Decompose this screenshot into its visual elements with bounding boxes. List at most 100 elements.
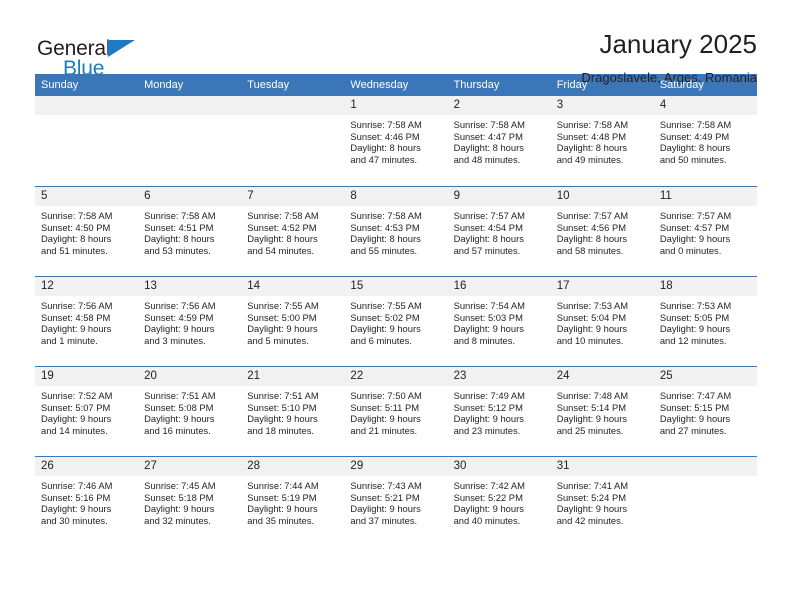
calendar-day-cell[interactable]: 20 Sunrise: 7:51 AM Sunset: 5:08 PM Dayligh… — [138, 367, 242, 456]
weekday-header-wednesday: Wednesday — [350, 79, 409, 91]
calendar-day-cell[interactable]: 16 Sunrise: 7:54 AM Sunset: 5:03 PM Dayligh… — [447, 277, 551, 366]
day-number: 21 — [241, 367, 345, 386]
day-number: 10 — [550, 187, 654, 206]
day-info-line: Sunrise: 7:58 AM — [556, 119, 629, 130]
day-info-line: Sunset: 5:19 PM — [247, 491, 317, 503]
calendar-day-cell[interactable]: 18 Sunrise: 7:53 AM Sunset: 5:05 PM Dayligh… — [653, 277, 757, 366]
calendar-day-cell[interactable]: 30 Sunrise: 7:42 AM Sunset: 5:22 PM Dayligh… — [447, 457, 551, 546]
calendar-day-cell[interactable]: 14 Sunrise: 7:55 AM Sunset: 5:00 PM Dayligh… — [241, 277, 345, 366]
day-info-line: and 55 minutes. — [350, 244, 418, 256]
day-sun-info: Sunrise: 7:51 AM Sunset: 5:10 PM Daylight:… — [241, 386, 344, 436]
day-info-line: Sunset: 5:11 PM — [350, 401, 420, 413]
day-info-line: Sunset: 5:05 PM — [659, 311, 730, 323]
logo-word-blue: Blue — [63, 57, 105, 80]
calendar-day-cell-empty — [653, 457, 757, 546]
calendar-day-cell[interactable]: 1 Sunrise: 7:58 AM Sunset: 4:46 PM Daylight… — [344, 96, 448, 186]
calendar-day-cell-empty — [35, 96, 139, 186]
day-info-line: and 35 minutes. — [247, 514, 314, 526]
calendar-day-cell[interactable]: 27 Sunrise: 7:45 AM Sunset: 5:18 PM Dayligh… — [138, 457, 242, 546]
day-info-line: Sunset: 4:58 PM — [41, 311, 111, 323]
triangle-icon — [108, 40, 135, 57]
day-info-line: Daylight: 9 hours — [144, 413, 215, 425]
day-info-line: Sunset: 5:15 PM — [659, 401, 730, 413]
calendar-day-cell[interactable]: 24 Sunrise: 7:48 AM Sunset: 5:14 PM Dayligh… — [550, 367, 654, 456]
calendar-day-cell[interactable]: 29 Sunrise: 7:43 AM Sunset: 5:21 PM Dayligh… — [344, 457, 448, 546]
day-info-line: Daylight: 9 hours — [556, 323, 628, 335]
day-info-line: and 3 minutes. — [144, 334, 206, 346]
day-info-line: and 32 minutes. — [144, 514, 211, 526]
calendar-day-cell[interactable]: 23 Sunrise: 7:49 AM Sunset: 5:12 PM Dayligh… — [447, 367, 551, 456]
day-sun-info: Sunrise: 7:52 AM Sunset: 5:07 PM Daylight:… — [35, 386, 138, 436]
day-info-line: Sunset: 5:00 PM — [247, 311, 317, 323]
calendar-day-cell[interactable]: 21 Sunrise: 7:51 AM Sunset: 5:10 PM Dayligh… — [241, 367, 345, 456]
calendar-day-cell[interactable]: 7 Sunrise: 7:58 AM Sunset: 4:52 PM Daylight… — [241, 187, 345, 276]
calendar-day-cell[interactable]: 10 Sunrise: 7:57 AM Sunset: 4:56 PM Dayligh… — [550, 187, 654, 276]
calendar-day-cell[interactable]: 6 Sunrise: 7:58 AM Sunset: 4:51 PM Daylight… — [138, 187, 242, 276]
calendar-day-cell[interactable]: 2 Sunrise: 7:58 AM Sunset: 4:47 PM Daylight… — [447, 96, 551, 186]
calendar-day-cell[interactable]: 26 Sunrise: 7:46 AM Sunset: 5:16 PM Dayligh… — [35, 457, 139, 546]
calendar-day-cell[interactable]: 17 Sunrise: 7:53 AM Sunset: 5:04 PM Dayligh… — [550, 277, 654, 366]
day-number: 17 — [550, 277, 654, 296]
calendar-day-cell[interactable]: 22 Sunrise: 7:50 AM Sunset: 5:11 PM Dayligh… — [344, 367, 448, 456]
calendar-day-cell[interactable]: 11 Sunrise: 7:57 AM Sunset: 4:57 PM Dayligh… — [653, 187, 757, 276]
day-info-line: Daylight: 8 hours — [350, 142, 421, 154]
calendar-day-cell[interactable]: 12 Sunrise: 7:56 AM Sunset: 4:58 PM Dayligh… — [35, 277, 139, 366]
day-info-line: Sunrise: 7:55 AM — [247, 300, 319, 311]
calendar-day-cell[interactable]: 5 Sunrise: 7:58 AM Sunset: 4:50 PM Daylight… — [35, 187, 139, 276]
day-sun-info: Sunrise: 7:56 AM Sunset: 4:59 PM Daylight:… — [138, 296, 241, 346]
calendar-day-cell[interactable]: 31 Sunrise: 7:41 AM Sunset: 5:24 PM Dayligh… — [550, 457, 654, 546]
calendar-day-cell[interactable]: 8 Sunrise: 7:58 AM Sunset: 4:53 PM Daylight… — [344, 187, 448, 276]
day-info-line: and 16 minutes. — [144, 424, 211, 436]
day-info-line: Sunset: 5:16 PM — [41, 491, 111, 503]
day-info-line: and 37 minutes. — [350, 514, 418, 526]
day-info-line: Sunrise: 7:58 AM — [41, 210, 113, 221]
day-info-line: Sunrise: 7:51 AM — [144, 390, 216, 401]
day-info-line: and 47 minutes. — [350, 153, 418, 165]
day-info-line: Daylight: 8 hours — [144, 233, 215, 245]
day-number: 29 — [344, 457, 448, 476]
calendar-day-cell[interactable]: 15 Sunrise: 7:55 AM Sunset: 5:02 PM Dayligh… — [344, 277, 448, 366]
calendar-day-cell[interactable]: 4 Sunrise: 7:58 AM Sunset: 4:49 PM Daylight… — [653, 96, 757, 186]
day-sun-info: Sunrise: 7:55 AM Sunset: 5:00 PM Daylight:… — [241, 296, 344, 346]
calendar-day-cell[interactable]: 3 Sunrise: 7:58 AM Sunset: 4:48 PM Daylight… — [550, 96, 654, 186]
day-info-line: Sunrise: 7:41 AM — [556, 480, 629, 491]
day-sun-info: Sunrise: 7:57 AM Sunset: 4:56 PM Daylight:… — [551, 206, 654, 256]
calendar-grid: Sunday Monday Tuesday Wednesday Thursday… — [35, 74, 757, 546]
day-number: 8 — [344, 187, 448, 206]
calendar-day-cell[interactable]: 28 Sunrise: 7:44 AM Sunset: 5:19 PM Dayligh… — [241, 457, 345, 546]
day-sun-info — [35, 115, 138, 119]
calendar-day-cell[interactable]: 25 Sunrise: 7:47 AM Sunset: 5:15 PM Dayligh… — [653, 367, 757, 456]
day-info-line: Daylight: 9 hours — [350, 413, 421, 425]
calendar-day-cell[interactable]: 13 Sunrise: 7:56 AM Sunset: 4:59 PM Dayligh… — [138, 277, 242, 366]
day-sun-info: Sunrise: 7:58 AM Sunset: 4:52 PM Daylight:… — [241, 206, 344, 256]
day-info-line: Daylight: 9 hours — [247, 413, 318, 425]
day-number: 5 — [35, 187, 139, 206]
day-info-line: Sunrise: 7:57 AM — [453, 210, 525, 221]
day-sun-info: Sunrise: 7:53 AM Sunset: 5:04 PM Daylight:… — [551, 296, 654, 346]
day-info-line: and 42 minutes. — [556, 514, 624, 526]
calendar-week-row: 1 Sunrise: 7:58 AM Sunset: 4:46 PM Daylight… — [35, 96, 757, 186]
day-number: 6 — [138, 187, 242, 206]
day-info-line: Sunset: 4:49 PM — [659, 130, 730, 142]
day-number: 7 — [241, 187, 345, 206]
day-number: 28 — [241, 457, 345, 476]
day-number: 18 — [653, 277, 757, 296]
day-sun-info: Sunrise: 7:58 AM Sunset: 4:53 PM Daylight:… — [344, 206, 447, 256]
day-sun-info: Sunrise: 7:58 AM Sunset: 4:49 PM Daylight:… — [654, 115, 757, 165]
day-info-line: and 54 minutes. — [247, 244, 314, 256]
day-info-line: Sunset: 4:59 PM — [144, 311, 214, 323]
day-info-line: Sunset: 5:12 PM — [453, 401, 523, 413]
day-info-line: Sunrise: 7:49 AM — [453, 390, 525, 401]
calendar-day-cell[interactable]: 19 Sunrise: 7:52 AM Sunset: 5:07 PM Dayligh… — [35, 367, 139, 456]
calendar-day-cell[interactable]: 9 Sunrise: 7:57 AM Sunset: 4:54 PM Daylight… — [447, 187, 551, 276]
day-number: 30 — [447, 457, 551, 476]
day-info-line: Sunset: 4:54 PM — [453, 221, 523, 233]
day-sun-info: Sunrise: 7:54 AM Sunset: 5:03 PM Daylight:… — [448, 296, 551, 346]
day-info-line: Sunrise: 7:54 AM — [453, 300, 525, 311]
day-number: 2 — [447, 96, 551, 115]
day-info-line: Sunrise: 7:52 AM — [41, 390, 113, 401]
day-info-line: and 50 minutes. — [659, 153, 727, 165]
day-info-line: Sunset: 4:53 PM — [350, 221, 420, 233]
day-sun-info: Sunrise: 7:55 AM Sunset: 5:02 PM Daylight:… — [344, 296, 447, 346]
day-sun-info: Sunrise: 7:58 AM Sunset: 4:51 PM Daylight:… — [138, 206, 241, 256]
